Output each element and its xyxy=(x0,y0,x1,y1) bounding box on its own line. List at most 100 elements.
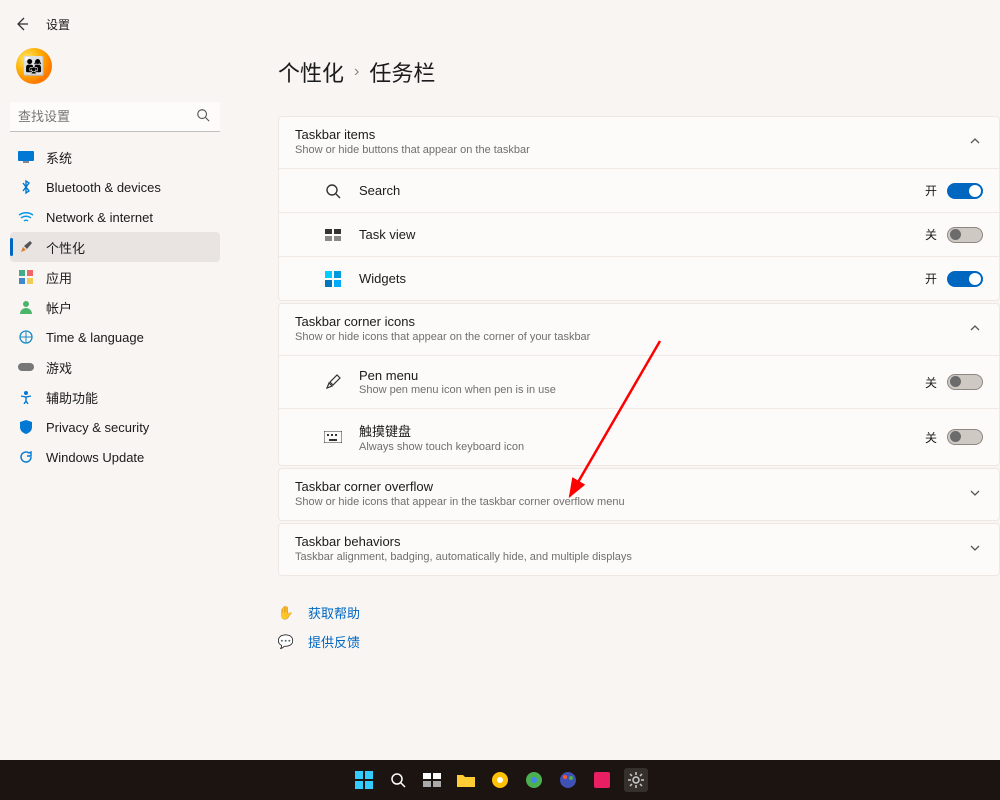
section-behaviors[interactable]: Taskbar behaviors Taskbar alignment, bad… xyxy=(279,524,999,575)
row-task-view: Task view 关 xyxy=(279,212,999,256)
section-title: Taskbar items xyxy=(295,127,969,142)
update-icon xyxy=(18,449,34,465)
taskbar-settings[interactable] xyxy=(624,768,648,792)
globe-icon xyxy=(18,329,34,345)
row-label: Search xyxy=(359,183,925,198)
section-overflow[interactable]: Taskbar corner overflow Show or hide ico… xyxy=(279,469,999,520)
section-subtitle: Show or hide icons that appear on the co… xyxy=(295,331,969,343)
taskbar-task-view[interactable] xyxy=(420,768,444,792)
toggle-state: 关 xyxy=(925,429,937,446)
toggle-state: 开 xyxy=(925,182,937,199)
sidebar-item-label: Bluetooth & devices xyxy=(46,180,161,195)
row-label: Task view xyxy=(359,227,925,242)
sidebar-item-time[interactable]: Time & language xyxy=(10,322,220,352)
sidebar-item-accessibility[interactable]: 辅助功能 xyxy=(10,382,220,412)
sidebar-item-label: Network & internet xyxy=(46,210,153,225)
brush-icon xyxy=(18,239,34,255)
toggle-touch-keyboard[interactable] xyxy=(947,429,983,445)
toggle-task-view[interactable] xyxy=(947,227,983,243)
sidebar-item-accounts[interactable]: 帐户 xyxy=(10,292,220,322)
app-title: 设置 xyxy=(46,16,70,33)
widgets-icon xyxy=(323,271,343,287)
sidebar-item-label: Windows Update xyxy=(46,450,144,465)
link-label: 提供反馈 xyxy=(308,632,360,651)
breadcrumb-parent[interactable]: 个性化 xyxy=(278,56,344,88)
link-get-help[interactable]: ✋ 获取帮助 xyxy=(278,598,1000,627)
chevron-down-icon xyxy=(969,487,983,501)
section-title: Taskbar corner overflow xyxy=(295,479,969,494)
breadcrumb: 个性化 › 任务栏 xyxy=(278,56,1000,88)
sidebar-item-personalization[interactable]: 个性化 xyxy=(10,232,220,262)
section-title: Taskbar behaviors xyxy=(295,534,969,549)
section-title: Taskbar corner icons xyxy=(295,314,969,329)
sidebar-item-label: 游戏 xyxy=(46,358,72,377)
link-label: 获取帮助 xyxy=(308,603,360,622)
back-button[interactable] xyxy=(12,14,32,34)
row-label: Pen menu xyxy=(359,368,925,383)
sidebar-item-update[interactable]: Windows Update xyxy=(10,442,220,472)
section-corner-icons[interactable]: Taskbar corner icons Show or hide icons … xyxy=(279,304,999,355)
section-subtitle: Taskbar alignment, badging, automaticall… xyxy=(295,551,969,563)
chevron-up-icon xyxy=(969,135,983,149)
section-subtitle: Show or hide icons that appear in the ta… xyxy=(295,496,969,508)
user-avatar[interactable]: 👨‍👩‍👧 xyxy=(16,48,52,84)
system-icon xyxy=(18,149,34,165)
row-pen-menu: Pen menuShow pen menu icon when pen is i… xyxy=(279,355,999,408)
row-widgets: Widgets 开 xyxy=(279,256,999,300)
toggle-state: 开 xyxy=(925,270,937,287)
toggle-widgets[interactable] xyxy=(947,271,983,287)
row-sublabel: Always show touch keyboard icon xyxy=(359,441,925,453)
search-icon xyxy=(323,183,343,199)
help-icon: ✋ xyxy=(278,605,294,621)
wifi-icon xyxy=(18,209,34,225)
toggle-pen[interactable] xyxy=(947,374,983,390)
sidebar-item-network[interactable]: Network & internet xyxy=(10,202,220,232)
chevron-down-icon xyxy=(969,542,983,556)
row-touch-keyboard: 触摸键盘Always show touch keyboard icon 关 xyxy=(279,408,999,465)
sidebar-item-label: 应用 xyxy=(46,268,72,287)
toggle-state: 关 xyxy=(925,374,937,391)
gamepad-icon xyxy=(18,359,34,375)
search-icon xyxy=(196,108,212,124)
taskbar-search[interactable] xyxy=(386,768,410,792)
taskbar-paint[interactable] xyxy=(556,768,580,792)
section-subtitle: Show or hide buttons that appear on the … xyxy=(295,144,969,156)
sidebar-item-label: 辅助功能 xyxy=(46,388,98,407)
taskbar-chrome-1[interactable] xyxy=(488,768,512,792)
section-taskbar-items[interactable]: Taskbar items Show or hide buttons that … xyxy=(279,117,999,168)
breadcrumb-current: 任务栏 xyxy=(369,56,435,88)
sidebar-item-label: 个性化 xyxy=(46,238,85,257)
sidebar-item-label: Time & language xyxy=(46,330,144,345)
accessibility-icon xyxy=(18,389,34,405)
sidebar-item-label: 帐户 xyxy=(46,298,72,317)
keyboard-icon xyxy=(323,431,343,443)
start-button[interactable] xyxy=(352,768,376,792)
search-input[interactable] xyxy=(10,102,220,132)
row-search: Search 开 xyxy=(279,168,999,212)
sidebar-item-label: 系统 xyxy=(46,148,72,167)
feedback-icon: 💬 xyxy=(278,634,294,650)
row-label: Widgets xyxy=(359,271,925,286)
sidebar-item-bluetooth[interactable]: Bluetooth & devices xyxy=(10,172,220,202)
taskbar-app[interactable] xyxy=(590,768,614,792)
sidebar-item-system[interactable]: 系统 xyxy=(10,142,220,172)
toggle-search[interactable] xyxy=(947,183,983,199)
taskbar xyxy=(0,760,1000,800)
sidebar-item-privacy[interactable]: Privacy & security xyxy=(10,412,220,442)
taskbar-explorer[interactable] xyxy=(454,768,478,792)
pen-icon xyxy=(323,374,343,390)
task-view-icon xyxy=(323,229,343,241)
link-feedback[interactable]: 💬 提供反馈 xyxy=(278,627,1000,656)
shield-icon xyxy=(18,419,34,435)
taskbar-chrome-2[interactable] xyxy=(522,768,546,792)
sidebar-item-label: Privacy & security xyxy=(46,420,149,435)
bluetooth-icon xyxy=(18,179,34,195)
toggle-state: 关 xyxy=(925,226,937,243)
row-label: 触摸键盘 xyxy=(359,421,925,440)
chevron-up-icon xyxy=(969,322,983,336)
chevron-right-icon: › xyxy=(354,63,359,81)
sidebar-item-apps[interactable]: 应用 xyxy=(10,262,220,292)
sidebar-item-gaming[interactable]: 游戏 xyxy=(10,352,220,382)
apps-icon xyxy=(18,269,34,285)
row-sublabel: Show pen menu icon when pen is in use xyxy=(359,384,925,396)
